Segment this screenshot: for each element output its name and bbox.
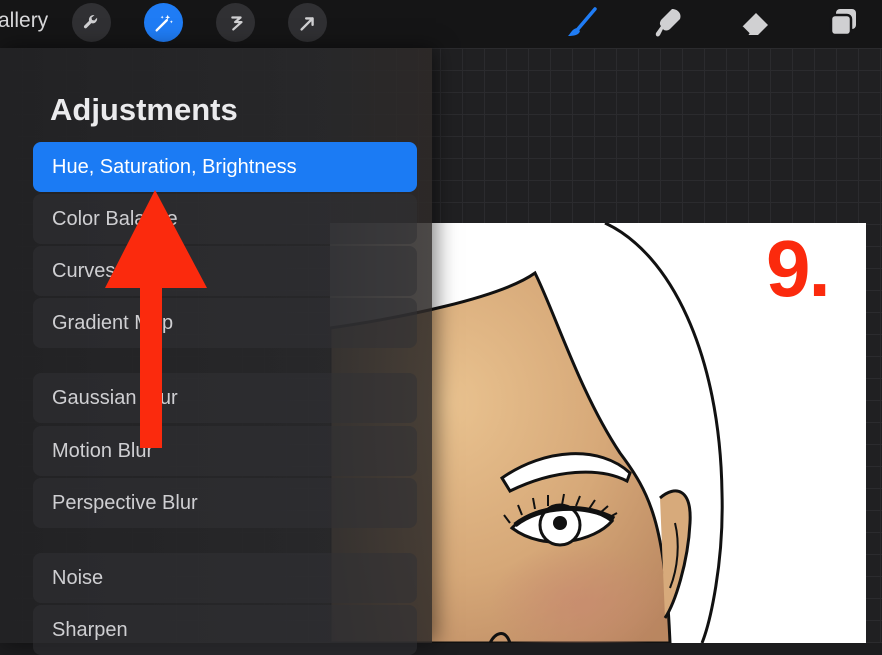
transform-button[interactable]: [288, 3, 327, 42]
menu-item-color-balance[interactable]: Color Balance: [33, 194, 417, 244]
smudge-icon: [655, 9, 681, 37]
adjustments-button[interactable]: [144, 3, 183, 42]
magic-wand-icon: [154, 14, 173, 32]
menu-item-label: Hue, Saturation, Brightness: [52, 155, 297, 178]
menu-item-label: Sharpen: [52, 618, 128, 641]
menu-item-curves[interactable]: Curves: [33, 246, 417, 296]
menu-item-label: Noise: [52, 566, 104, 589]
step-number-label: 9.: [766, 224, 831, 313]
gallery-button[interactable]: allery: [0, 9, 48, 33]
top-toolbar: allery: [0, 0, 882, 48]
actions-button[interactable]: [72, 3, 111, 42]
menu-item-gaussian-blur[interactable]: Gaussian Blur: [33, 373, 417, 423]
selection-button[interactable]: [216, 3, 255, 42]
brush-icon: [568, 7, 597, 36]
transform-arrow-icon: [299, 16, 314, 31]
menu-item-gradient-map[interactable]: Gradient Map: [33, 298, 417, 348]
eraser-tool[interactable]: [738, 5, 774, 41]
menu-item-motion-blur[interactable]: Motion Blur: [33, 426, 417, 476]
menu-item-hue-saturation-brightness[interactable]: Hue, Saturation, Brightness: [33, 142, 417, 192]
panel-title: Adjustments: [50, 92, 238, 127]
layers-tool[interactable]: [826, 5, 862, 41]
menu-item-perspective-blur[interactable]: Perspective Blur: [33, 478, 417, 528]
brush-tool[interactable]: [564, 5, 600, 41]
selection-icon: [230, 15, 243, 31]
menu-item-noise[interactable]: Noise: [33, 553, 417, 603]
layers-icon: [829, 9, 856, 37]
smudge-tool[interactable]: [650, 5, 686, 41]
eraser-icon: [741, 13, 768, 35]
menu-item-label: Perspective Blur: [52, 491, 198, 514]
wrench-icon: [83, 14, 97, 28]
menu-item-sharpen[interactable]: Sharpen: [33, 605, 417, 655]
red-up-arrow-annotation: [105, 190, 207, 448]
